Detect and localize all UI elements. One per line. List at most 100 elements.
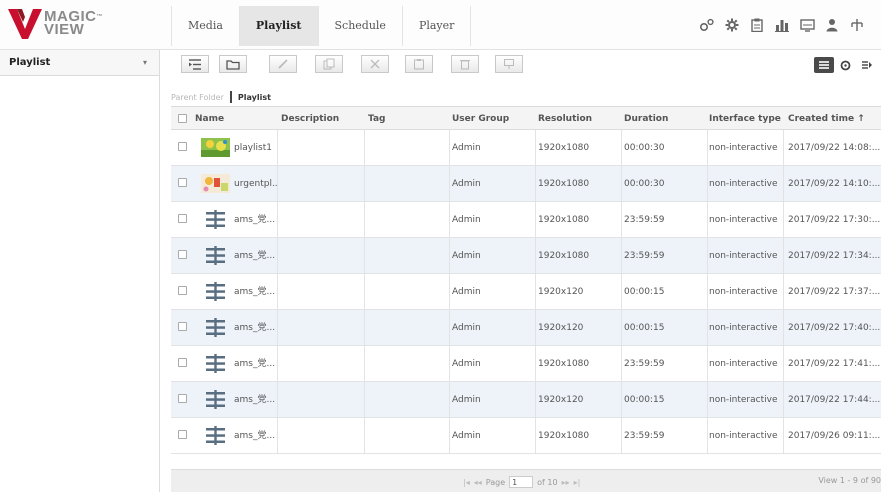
column-divider	[621, 238, 622, 274]
details-button[interactable]	[857, 57, 877, 73]
magicview-logo[interactable]: MAGIC™ VIEW	[8, 9, 158, 39]
row-checkbox[interactable]	[178, 358, 187, 367]
cell-user-group: Admin	[452, 179, 481, 189]
toolbar	[171, 50, 881, 78]
bar-chart-icon[interactable]	[770, 16, 794, 34]
table-row[interactable]: ams_党... Admin 1920x1080 23:59:59 non-intera…	[171, 202, 881, 238]
cell-user-group: Admin	[452, 143, 481, 153]
cell-name[interactable]: playlist1	[234, 130, 278, 166]
new-folder-button[interactable]	[219, 55, 247, 73]
row-checkbox[interactable]	[178, 430, 187, 439]
monitor-icon[interactable]	[795, 16, 819, 34]
logo-mark-icon	[8, 9, 42, 39]
tab-schedule[interactable]: Schedule	[319, 6, 403, 46]
breadcrumb-parent-folder[interactable]: Parent Folder	[171, 93, 224, 102]
table-row[interactable]: ams_党... Admin 1920x120 00:00:15 non-interac…	[171, 310, 881, 346]
delete-button[interactable]	[451, 55, 479, 73]
tab-player[interactable]: Player	[403, 6, 472, 46]
column-header-duration[interactable]: Duration	[624, 107, 704, 131]
logo-text-view: VIEW	[44, 21, 85, 38]
cell-resolution: 1920x1080	[538, 251, 590, 261]
next-page-button[interactable]: ▸▸	[562, 478, 570, 487]
chevron-down-icon[interactable]: ▾	[143, 58, 147, 67]
row-checkbox[interactable]	[178, 178, 187, 187]
tab-media[interactable]: Media	[172, 6, 240, 46]
row-checkbox[interactable]	[178, 286, 187, 295]
gear-icon[interactable]	[720, 16, 744, 34]
column-divider	[621, 202, 622, 238]
cell-name[interactable]: ams_党...	[234, 238, 278, 274]
column-divider	[364, 310, 365, 346]
prev-page-button[interactable]: ◂◂	[474, 478, 482, 487]
cell-user-group: Admin	[452, 431, 481, 441]
row-checkbox[interactable]	[178, 142, 187, 151]
last-page-button[interactable]: ▸|	[574, 478, 581, 487]
cell-resolution: 1920x120	[538, 287, 584, 297]
cell-name[interactable]: ams_党...	[234, 346, 278, 382]
column-divider	[707, 382, 708, 418]
cell-user-group: Admin	[452, 359, 481, 369]
select-all-checkbox[interactable]	[178, 114, 187, 123]
table-row[interactable]: ams_党... Admin 1920x120 00:00:15 non-interac…	[171, 382, 881, 418]
row-checkbox[interactable]	[178, 250, 187, 259]
list-view-button[interactable]	[814, 57, 834, 73]
cell-description	[281, 346, 361, 382]
table-row[interactable]: ams_党... Admin 1920x1080 23:59:59 non-intera…	[171, 346, 881, 382]
column-header-user-group[interactable]: User Group	[452, 107, 532, 131]
sidebar-header[interactable]: Playlist ▾	[0, 50, 159, 76]
page-input[interactable]	[509, 476, 534, 488]
indent-button[interactable]	[181, 55, 209, 73]
breadcrumb-current: Playlist	[237, 92, 271, 102]
cell-interface-type: non-interactive	[709, 395, 778, 405]
column-divider	[535, 274, 536, 310]
column-header-description[interactable]: Description	[281, 107, 361, 131]
sidebar: Playlist ▾	[0, 50, 160, 492]
column-divider	[707, 166, 708, 202]
row-checkbox[interactable]	[178, 214, 187, 223]
column-header-interface-type[interactable]: Interface type	[709, 107, 789, 131]
column-header-resolution[interactable]: Resolution	[538, 107, 618, 131]
column-header-name[interactable]: Name	[195, 107, 275, 131]
settings-gears-icon[interactable]	[695, 16, 719, 34]
cell-user-group: Admin	[452, 287, 481, 297]
column-divider	[535, 166, 536, 202]
main-nav: Media Playlist Schedule Player	[171, 6, 472, 46]
first-page-button[interactable]: |◂	[463, 478, 470, 487]
network-icon[interactable]	[845, 16, 869, 34]
cell-name[interactable]: ams_党...	[234, 274, 278, 310]
publish-button[interactable]	[495, 55, 523, 73]
cell-duration: 23:59:59	[624, 359, 665, 369]
clipboard-icon[interactable]	[745, 16, 769, 34]
column-header-created-time[interactable]: Created time ↑	[788, 107, 881, 131]
row-checkbox[interactable]	[178, 394, 187, 403]
table-row[interactable]: ams_党... Admin 1920x1080 23:59:59 non-intera…	[171, 418, 881, 454]
cell-duration: 00:00:15	[624, 287, 665, 297]
copy-button[interactable]	[315, 55, 343, 73]
playlist-icon	[201, 390, 230, 409]
column-header-tag[interactable]: Tag	[368, 107, 448, 131]
cell-name[interactable]: ams_党...	[234, 382, 278, 418]
cell-name[interactable]: ams_党...	[234, 310, 278, 346]
cell-created-time: 2017/09/22 14:08:...	[788, 143, 881, 153]
refresh-button[interactable]	[835, 57, 855, 73]
tab-playlist[interactable]: Playlist	[239, 6, 319, 46]
table-row[interactable]: playlist1 Admin 1920x1080 00:00:30 non-inter…	[171, 130, 881, 166]
column-divider	[707, 274, 708, 310]
cell-duration: 23:59:59	[624, 251, 665, 261]
edit-button[interactable]	[269, 55, 297, 73]
cut-button[interactable]	[361, 55, 389, 73]
cell-name[interactable]: ams_党...	[234, 202, 278, 238]
user-icon[interactable]	[820, 16, 844, 34]
cell-description	[281, 166, 361, 202]
table-row[interactable]: urgentpl... Admin 1920x1080 00:00:30 non-int…	[171, 166, 881, 202]
table-row[interactable]: ams_党... Admin 1920x120 00:00:15 non-interac…	[171, 274, 881, 310]
cell-interface-type: non-interactive	[709, 359, 778, 369]
paste-button[interactable]	[405, 55, 433, 73]
cell-resolution: 1920x1080	[538, 143, 590, 153]
cell-name[interactable]: urgentpl...	[234, 166, 278, 202]
logo-trademark: ™	[96, 14, 103, 20]
cell-tag	[368, 238, 448, 274]
row-checkbox[interactable]	[178, 322, 187, 331]
cell-name[interactable]: ams_党...	[234, 418, 278, 454]
table-row[interactable]: ams_党... Admin 1920x1080 23:59:59 non-intera…	[171, 238, 881, 274]
